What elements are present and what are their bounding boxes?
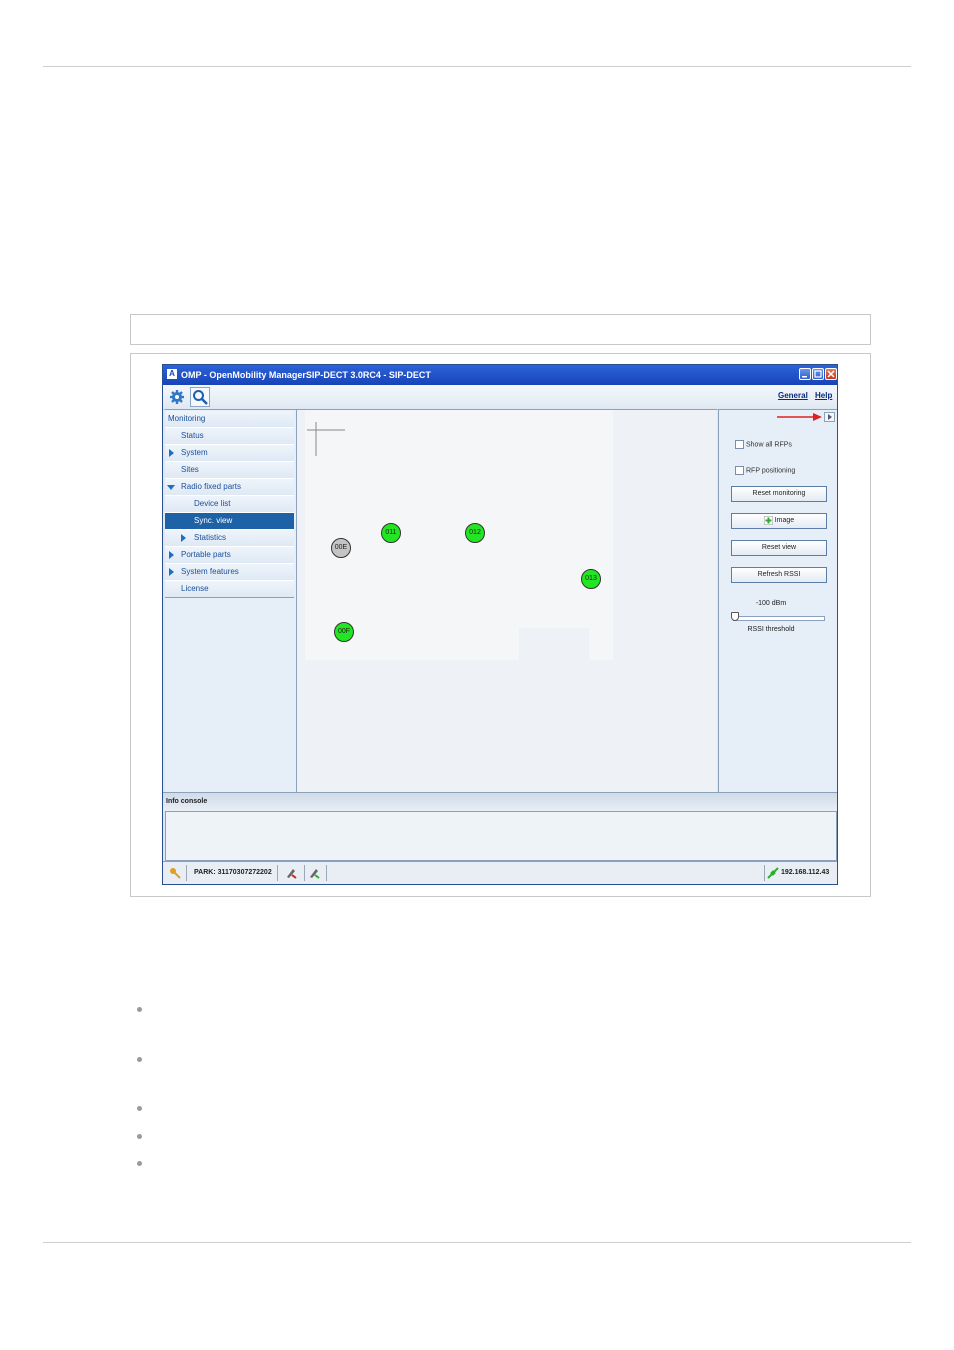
- status-divider: [764, 865, 765, 881]
- sidebar-item-system[interactable]: System: [165, 445, 294, 462]
- sidebar-item-sites[interactable]: Sites: [165, 462, 294, 479]
- magnifier-icon: [193, 390, 208, 405]
- rfp-marker[interactable]: 011: [381, 523, 401, 543]
- status-divider: [304, 865, 305, 881]
- disconnected-icon: [287, 869, 297, 879]
- origin-crosshair-icon: [307, 422, 345, 456]
- close-icon: [827, 370, 835, 378]
- refresh-rssi-button[interactable]: Refresh RSSI: [731, 567, 827, 583]
- bottom-rule: [43, 1242, 911, 1243]
- expand-arrow-icon[interactable]: [169, 449, 174, 457]
- info-console-title: Info console: [166, 798, 208, 805]
- bullet-marker: [137, 1134, 142, 1139]
- sidebar-item-radio-fixed-parts[interactable]: Radio fixed parts: [165, 479, 294, 496]
- show-all-rfps-checkbox[interactable]: [735, 440, 744, 449]
- sidebar-item-sync-view[interactable]: Sync. view: [165, 513, 294, 530]
- key-icon: [170, 868, 181, 879]
- add-image-icon: [763, 515, 774, 526]
- window-title: OMP - OpenMobility ManagerSIP-DECT 3.0RC…: [181, 370, 431, 380]
- configuration-button[interactable]: [167, 387, 187, 407]
- caption-box: [130, 314, 871, 345]
- rssi-value: -100 dBm: [755, 600, 787, 607]
- collapse-panel-button[interactable]: [824, 412, 835, 422]
- rfp-marker[interactable]: 012: [465, 523, 485, 543]
- minimize-button[interactable]: [799, 368, 811, 380]
- status-divider: [326, 865, 327, 881]
- sidebar-item-license[interactable]: License: [165, 581, 294, 598]
- maximize-icon: [814, 370, 822, 378]
- rfp-marker[interactable]: 00E: [331, 538, 351, 558]
- minimize-icon: [802, 376, 807, 378]
- omp-window: A OMP - OpenMobility ManagerSIP-DECT 3.0…: [162, 364, 838, 885]
- navigation-sidebar: Monitoring Status System Sites Radio fix…: [165, 409, 297, 792]
- rssi-label: RSSI threshold: [747, 626, 795, 633]
- connected-icon: [310, 869, 320, 879]
- annotation-arrow-icon: [777, 413, 822, 421]
- floor-plan: [519, 628, 589, 660]
- menu-general[interactable]: General: [778, 391, 808, 400]
- park-label: PARK: 31170307272202: [194, 869, 272, 876]
- rssi-slider-thumb[interactable]: [731, 612, 739, 621]
- expand-arrow-icon[interactable]: [169, 568, 174, 576]
- image-button[interactable]: Image: [731, 513, 827, 529]
- show-all-rfps-row: Show all RFPs: [735, 440, 792, 449]
- ip-address: 192.168.112.43: [781, 869, 830, 876]
- title-bar[interactable]: A OMP - OpenMobility ManagerSIP-DECT 3.0…: [163, 365, 837, 385]
- sidebar-item-status[interactable]: Status: [165, 428, 294, 445]
- sync-view-canvas[interactable]: 00E 011 012 013 00F: [297, 409, 717, 792]
- sidebar-item-monitoring[interactable]: Monitoring: [165, 411, 294, 428]
- network-plug-icon: [767, 867, 779, 879]
- sidebar-item-system-features[interactable]: System features: [165, 564, 294, 581]
- toolbar: General Help: [163, 385, 837, 410]
- status-divider: [186, 865, 187, 881]
- app-icon: A: [167, 369, 177, 379]
- reset-view-button[interactable]: Reset view: [731, 540, 827, 556]
- rfp-positioning-checkbox[interactable]: [735, 466, 744, 475]
- expand-arrow-icon[interactable]: [169, 551, 174, 559]
- menu-help[interactable]: Help: [815, 391, 832, 400]
- monitoring-button[interactable]: [190, 387, 210, 407]
- expand-arrow-icon[interactable]: [181, 534, 186, 542]
- status-divider: [277, 865, 278, 881]
- bullet-marker: [137, 1106, 142, 1111]
- sidebar-item-statistics[interactable]: Statistics: [165, 530, 294, 547]
- rfp-marker[interactable]: 013: [581, 569, 601, 589]
- bullet-marker: [137, 1057, 142, 1062]
- info-console[interactable]: [165, 811, 837, 861]
- info-console-header: Info console: [163, 792, 837, 811]
- bullet-marker: [137, 1007, 142, 1012]
- rfp-positioning-row: RFP positioning: [735, 466, 795, 475]
- maximize-button[interactable]: [812, 368, 824, 380]
- floor-plan: [305, 410, 613, 660]
- collapse-arrow-icon[interactable]: [167, 485, 175, 490]
- sync-view-options-panel: Show all RFPs RFP positioning Reset moni…: [718, 409, 837, 792]
- gear-icon: [170, 390, 184, 404]
- reset-monitoring-button[interactable]: Reset monitoring: [731, 486, 827, 502]
- sidebar-item-portable-parts[interactable]: Portable parts: [165, 547, 294, 564]
- rfp-positioning-label: RFP positioning: [746, 467, 796, 475]
- image-button-label: Image: [774, 517, 795, 524]
- bullet-marker: [137, 1161, 142, 1166]
- top-rule: [43, 66, 911, 67]
- close-button[interactable]: [825, 368, 837, 380]
- rfp-marker[interactable]: 00F: [334, 622, 354, 642]
- sidebar-item-device-list[interactable]: Device list: [165, 496, 294, 513]
- show-all-rfps-label: Show all RFPs: [746, 441, 792, 449]
- rssi-slider-track[interactable]: [733, 616, 825, 621]
- status-bar: PARK: 31170307272202 192.168.112.43: [163, 861, 837, 884]
